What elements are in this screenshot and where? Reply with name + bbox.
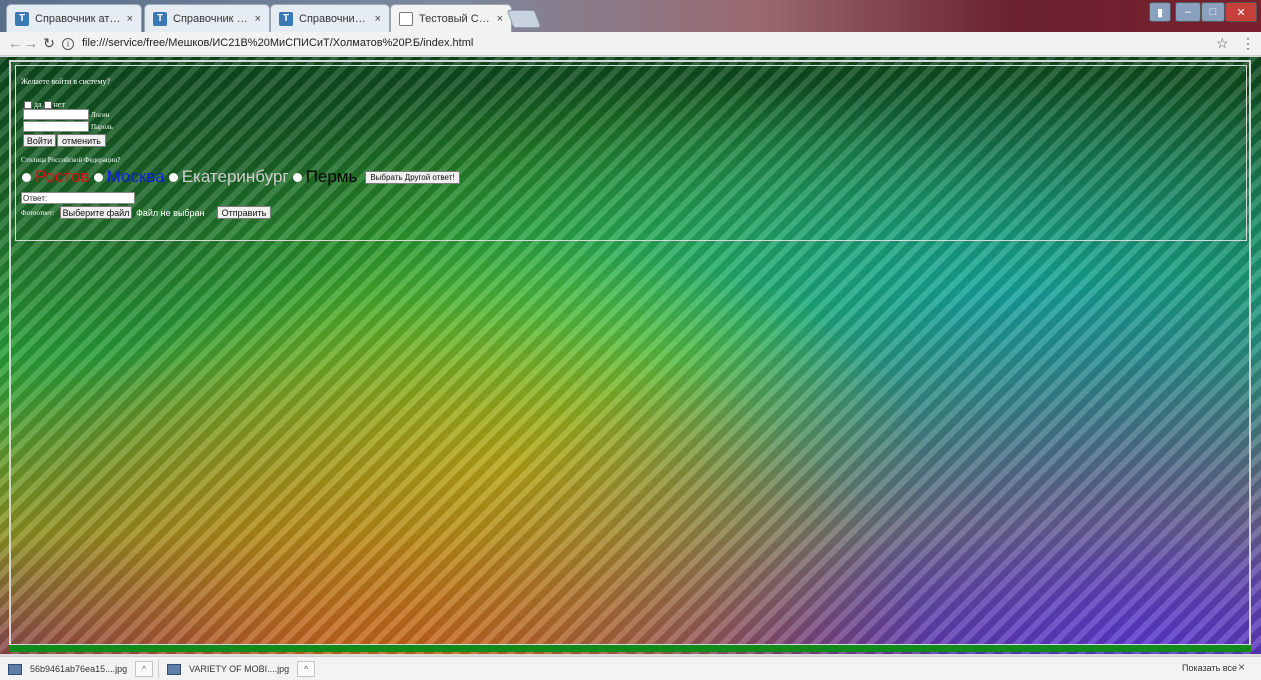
new-tab-button[interactable]: [506, 10, 542, 28]
login-label: Логин: [91, 111, 110, 119]
maximize-button[interactable]: □: [1201, 2, 1225, 22]
choose-file-button[interactable]: Выберите файл: [60, 206, 132, 219]
no-label: нет: [53, 100, 65, 109]
show-all-downloads-link[interactable]: Показать все: [1182, 663, 1237, 673]
divider: [158, 659, 159, 679]
radio-moskva[interactable]: [93, 172, 103, 182]
cancel-button[interactable]: отменить: [57, 134, 106, 147]
close-icon[interactable]: ×: [497, 13, 503, 25]
login-question: Желаете войти в систему?: [21, 77, 111, 86]
submit-button[interactable]: Отправить: [217, 206, 271, 219]
radio-perm[interactable]: [292, 172, 302, 182]
tab-test-site[interactable]: Тестовый Сайт ×: [390, 4, 512, 32]
image-file-icon: [167, 663, 181, 675]
site-favicon-icon: T: [279, 11, 293, 26]
answer-input[interactable]: Ответ:: [21, 192, 135, 204]
yes-label: да: [34, 100, 42, 109]
site-favicon-icon: T: [153, 11, 167, 26]
option-perm: Пермь: [305, 167, 358, 186]
bookmark-star-icon[interactable]: ☆: [1216, 35, 1229, 52]
close-icon[interactable]: ×: [1238, 660, 1245, 674]
user-icon[interactable]: ▮: [1149, 2, 1171, 22]
minimize-button[interactable]: –: [1175, 2, 1201, 22]
enter-button[interactable]: Войти: [23, 134, 56, 147]
site-favicon-icon: T: [15, 11, 29, 26]
close-icon[interactable]: ×: [127, 13, 133, 25]
download-shelf: 56b9461ab76ea15....jpg ^ VARIETY OF MOBI…: [0, 656, 1261, 680]
tab-css-font-variant[interactable]: T Справочник CSS: font-v ×: [144, 4, 270, 32]
password-input[interactable]: [23, 121, 89, 132]
download-filename: 56b9461ab76ea15....jpg: [30, 664, 128, 674]
login-input[interactable]: [23, 109, 89, 120]
tab-title: Справочник CSS: font-v: [173, 12, 249, 25]
yes-checkbox[interactable]: [24, 100, 32, 109]
tab-css-font[interactable]: T Справочник CSS: font- ×: [270, 4, 390, 32]
browser-toolbar: ← → ↻ i file:///service/free/Мешков/ИС21…: [0, 32, 1261, 56]
other-answer-button[interactable]: Выбрать Другой ответ!: [365, 170, 460, 184]
download-item[interactable]: VARIETY OF MOBI....jpg ^: [167, 661, 316, 677]
download-filename: VARIETY OF MOBI....jpg: [189, 664, 290, 674]
photo-answer-label: Фотоответ:: [21, 209, 55, 217]
tab-title: Справочник атрибутов: [35, 12, 121, 25]
window-close-button[interactable]: ✕: [1225, 2, 1257, 22]
close-icon[interactable]: ×: [255, 13, 261, 25]
capital-options: Ростов Москва Екатеринбург Пермь Выбрать…: [22, 167, 460, 187]
page-viewport: Желаете войти в систему? да нет Логин Па…: [0, 57, 1261, 654]
download-item[interactable]: 56b9461ab76ea15....jpg ^: [8, 661, 154, 677]
image-file-icon: [8, 663, 22, 675]
no-checkbox[interactable]: [43, 100, 52, 109]
close-icon[interactable]: ×: [375, 13, 381, 25]
address-bar[interactable]: file:///service/free/Мешков/ИС21В%20МиСП…: [82, 37, 473, 49]
document-icon: [399, 11, 413, 26]
info-icon[interactable]: i: [62, 38, 74, 50]
option-ekaterinburg: Екатеринбург: [181, 167, 289, 186]
menu-icon[interactable]: ⋮: [1241, 35, 1255, 52]
option-moskva: Москва: [106, 167, 165, 186]
forward-arrow-icon[interactable]: →: [22, 35, 40, 51]
radio-rostov[interactable]: [22, 172, 31, 182]
form-fieldset: Желаете войти в систему? да нет Логин Па…: [15, 65, 1247, 241]
capital-question: Столица Российской Федерации?: [21, 156, 121, 164]
no-file-text: Файл не выбран: [136, 208, 205, 218]
title-bar: T Справочник атрибутов × T Справочник CS…: [0, 0, 1261, 32]
radio-ekaterinburg[interactable]: [168, 172, 178, 182]
page-bottom-bar: [9, 645, 1251, 652]
reload-icon[interactable]: ↻: [40, 35, 58, 52]
chevron-up-icon[interactable]: ^: [135, 661, 154, 677]
tab-title: Тестовый Сайт: [419, 12, 491, 25]
chevron-up-icon[interactable]: ^: [297, 661, 316, 677]
password-label: Пароль: [91, 123, 113, 131]
tab-attributes[interactable]: T Справочник атрибутов ×: [6, 4, 142, 32]
yes-no-choice: да нет: [24, 100, 65, 109]
tab-title: Справочник CSS: font-: [299, 12, 369, 25]
option-rostov: Ростов: [35, 167, 90, 186]
